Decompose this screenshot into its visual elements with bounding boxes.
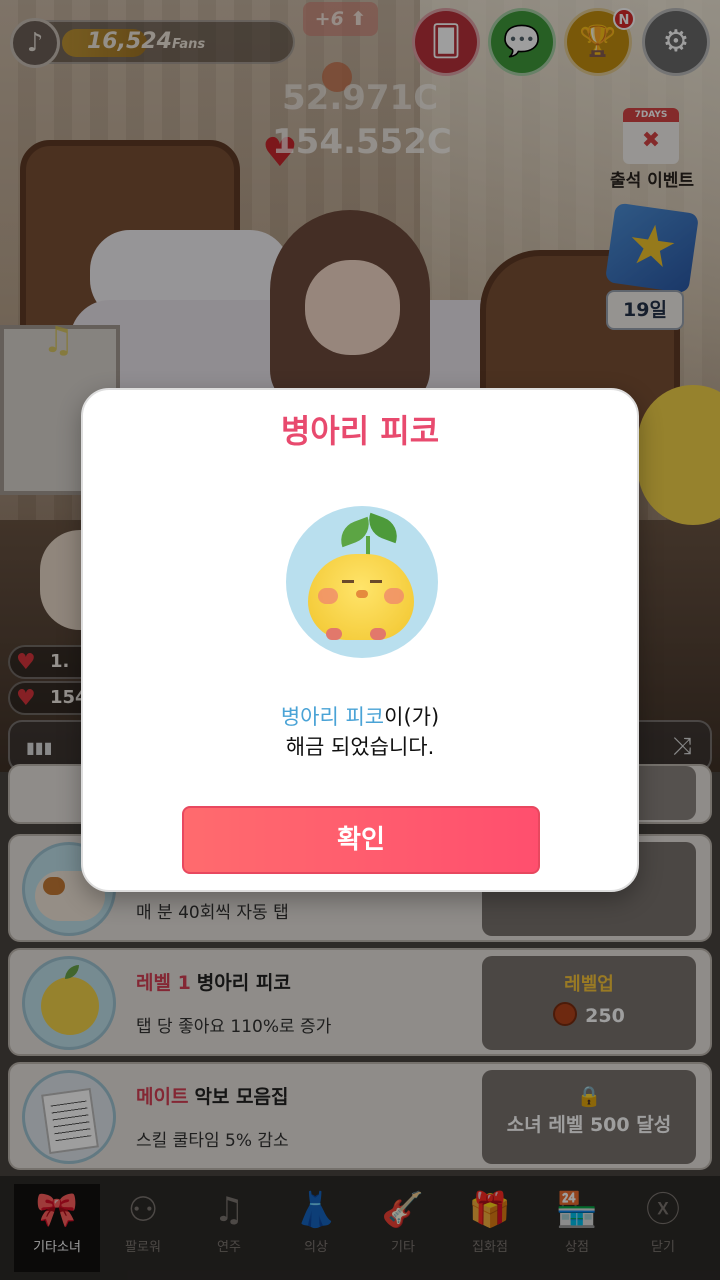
message-line-1: 병아리 피코이(가) bbox=[83, 702, 637, 732]
beak bbox=[356, 590, 368, 598]
message-suffix: 이(가) bbox=[384, 705, 440, 729]
cheek-right bbox=[384, 588, 404, 604]
dialog-title: 병아리 피코 bbox=[280, 412, 440, 450]
chick-portrait bbox=[286, 506, 438, 658]
cheek-left bbox=[318, 588, 338, 604]
confirm-button[interactable]: 확인 bbox=[182, 806, 540, 874]
unlock-dialog: 병아리 피코 병아리 피코이(가) 해금 되었습니다. 확인 bbox=[81, 388, 639, 892]
foot-right bbox=[370, 628, 386, 640]
eye-left bbox=[342, 580, 354, 583]
foot-left bbox=[326, 628, 342, 640]
eye-right bbox=[370, 580, 382, 583]
dialog-message: 병아리 피코이(가) 해금 되었습니다. bbox=[83, 702, 637, 762]
message-highlight: 병아리 피코 bbox=[280, 705, 385, 729]
message-line-2: 해금 되었습니다. bbox=[285, 735, 435, 759]
